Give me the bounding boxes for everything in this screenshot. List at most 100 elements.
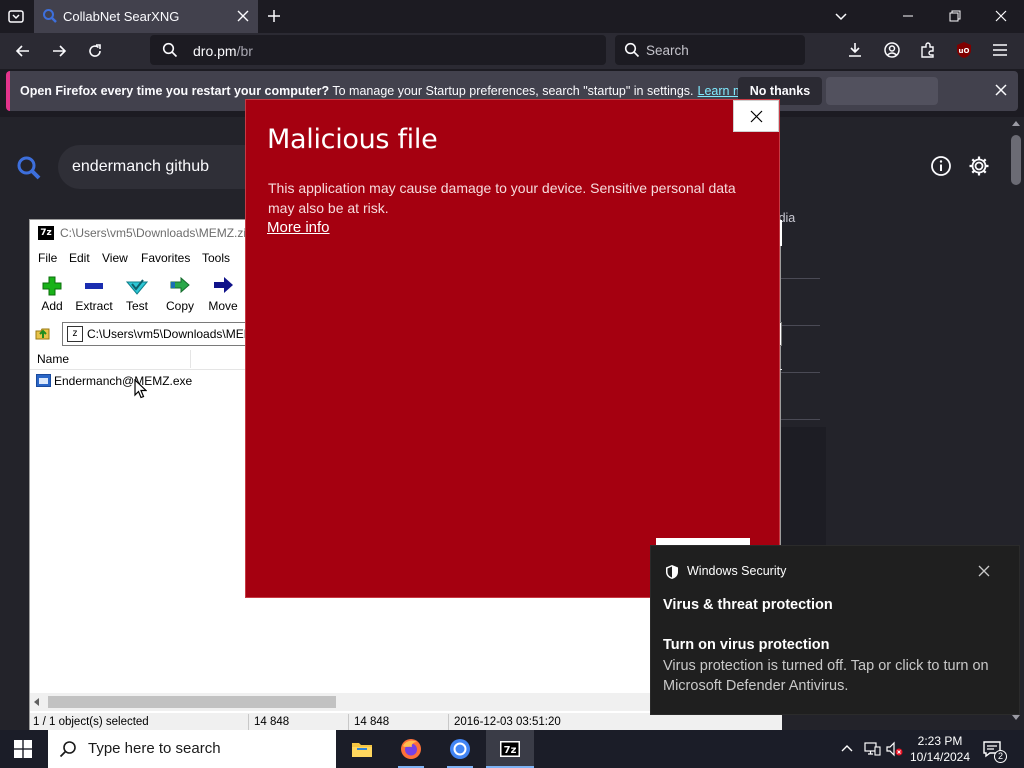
menu-favorites[interactable]: Favorites: [141, 251, 190, 265]
search-icon: [59, 740, 77, 758]
menu-view[interactable]: View: [102, 251, 128, 265]
network-icon[interactable]: [863, 741, 881, 757]
menu-edit[interactable]: Edit: [69, 251, 90, 265]
menu-file[interactable]: File: [38, 251, 57, 265]
restore-icon[interactable]: [947, 8, 963, 24]
downloads-icon[interactable]: [846, 41, 864, 59]
folder-up-icon[interactable]: [34, 324, 52, 342]
gear-icon[interactable]: [968, 155, 990, 177]
search-bar[interactable]: Search: [615, 35, 805, 65]
search-icon: [624, 42, 640, 58]
search-icon: [162, 42, 178, 58]
dialog-close-button[interactable]: [733, 100, 779, 132]
svg-text:uO: uO: [959, 47, 970, 55]
toast-body: Virus protection is turned off. Tap or c…: [663, 658, 989, 694]
smartscreen-dialog: Malicious file This application may caus…: [245, 99, 780, 598]
shield-icon: [664, 564, 680, 580]
taskbar-firefox[interactable]: [387, 730, 435, 768]
test-button[interactable]: Test: [115, 272, 159, 316]
close-icon: [750, 110, 763, 123]
navigation-toolbar: dro.pm/br Search uO: [0, 33, 1024, 69]
search-placeholder: Search: [646, 43, 689, 58]
zip-archive-icon: z: [67, 326, 83, 342]
taskbar-sevenzip[interactable]: 7z: [486, 730, 534, 768]
search-query-text: endermanch github: [72, 158, 209, 175]
searxng-logo-icon[interactable]: [16, 155, 42, 181]
notification-secondary-button[interactable]: [826, 77, 938, 105]
column-separator[interactable]: [190, 350, 191, 368]
forward-arrow-icon[interactable]: [50, 42, 68, 60]
tray-clock[interactable]: 2:23 PM 10/14/2024: [908, 733, 972, 765]
extract-button[interactable]: Extract: [72, 272, 116, 316]
taskbar-file-explorer[interactable]: [338, 730, 386, 768]
add-button[interactable]: Add: [30, 272, 74, 316]
taskbar: Type here to search 7z 2:23 PM 10/14/202…: [0, 730, 1024, 768]
notification-count-badge: 2: [994, 750, 1007, 763]
chrome-icon: [449, 738, 471, 760]
new-tab-icon[interactable]: [266, 8, 282, 24]
result-panel: [780, 427, 826, 547]
search-query-input[interactable]: endermanch github: [58, 145, 258, 189]
dialog-title: Malicious file: [267, 124, 438, 155]
taskbar-search-box[interactable]: Type here to search: [48, 730, 336, 768]
info-icon[interactable]: [930, 155, 952, 177]
sevenzip-title: C:\Users\vm5\Downloads\MEMZ.zip\: [60, 226, 257, 240]
tab-title: CollabNet SearXNG: [63, 9, 180, 24]
ublock-origin-icon[interactable]: uO: [955, 41, 973, 59]
file-name: Endermanch@MEMZ.exe: [54, 374, 193, 388]
searxng-favicon-icon: [42, 8, 58, 24]
volume-muted-icon[interactable]: [886, 741, 904, 757]
scroll-down-arrow-icon[interactable]: [1012, 715, 1020, 720]
reload-icon[interactable]: [86, 42, 104, 60]
tray-overflow-chevron-icon[interactable]: [840, 742, 854, 756]
account-icon[interactable]: [883, 41, 901, 59]
firefox-icon: [400, 738, 422, 760]
clock-time: 2:23 PM: [917, 734, 963, 748]
hamburger-menu-icon[interactable]: [991, 41, 1009, 59]
scrollbar-thumb[interactable]: [1011, 135, 1021, 185]
toast-title: Turn on virus protection: [663, 637, 830, 653]
toast-close-icon[interactable]: [978, 565, 990, 577]
copy-button[interactable]: Copy: [158, 272, 202, 316]
sevenzip-icon: 7z: [499, 738, 521, 760]
move-button[interactable]: Move: [201, 272, 245, 316]
copy-arrow-icon: [169, 275, 191, 297]
windows-start-icon[interactable]: [14, 740, 32, 758]
tab-list-icon[interactable]: [6, 6, 26, 26]
minus-icon: [83, 275, 105, 297]
exe-file-icon: [36, 374, 51, 387]
window-close-icon[interactable]: [993, 8, 1009, 24]
list-all-tabs-chevron-icon[interactable]: [833, 8, 849, 24]
menu-tools[interactable]: Tools: [202, 251, 230, 265]
plus-icon: [41, 275, 63, 297]
notification-close-icon[interactable]: [994, 83, 1008, 97]
toast-heading: Virus & threat protection: [663, 597, 833, 613]
status-packed: 14 848: [354, 716, 390, 728]
url-bar[interactable]: dro.pm/br: [150, 35, 606, 65]
status-selected: 1 / 1 object(s) selected: [33, 716, 149, 728]
tab-bar: CollabNet SearXNG: [0, 0, 1024, 33]
sevenzip-app-icon: 7z: [38, 226, 54, 240]
svg-text:7z: 7z: [504, 745, 517, 756]
back-arrow-icon[interactable]: [14, 42, 32, 60]
notification-message: Open Firefox every time you restart your…: [20, 84, 762, 98]
taskbar-chrome[interactable]: [436, 730, 484, 768]
status-size: 14 848: [254, 716, 290, 728]
scroll-left-arrow-icon[interactable]: [34, 698, 39, 706]
windows-security-toast[interactable]: Windows Security Virus & threat protecti…: [650, 545, 1020, 715]
minimize-icon[interactable]: [900, 8, 916, 24]
mouse-cursor-icon: [134, 379, 147, 399]
scroll-up-arrow-icon[interactable]: [1012, 121, 1020, 126]
file-explorer-icon: [351, 738, 373, 760]
scrollbar-thumb[interactable]: [48, 696, 336, 708]
sevenzip-statusbar: 1 / 1 object(s) selected 14 848 14 848 2…: [30, 713, 782, 731]
taskbar-search-placeholder: Type here to search: [88, 740, 221, 757]
move-arrow-icon: [212, 275, 234, 297]
more-info-link[interactable]: More info: [267, 219, 330, 236]
extensions-puzzle-icon[interactable]: [919, 41, 937, 59]
tab-collabnet-searxng[interactable]: CollabNet SearXNG: [34, 0, 258, 33]
tab-close-icon[interactable]: [236, 9, 250, 23]
toast-app-name: Windows Security: [687, 564, 787, 578]
url-text: dro.pm/br: [193, 43, 253, 59]
column-name[interactable]: Name: [37, 352, 69, 366]
